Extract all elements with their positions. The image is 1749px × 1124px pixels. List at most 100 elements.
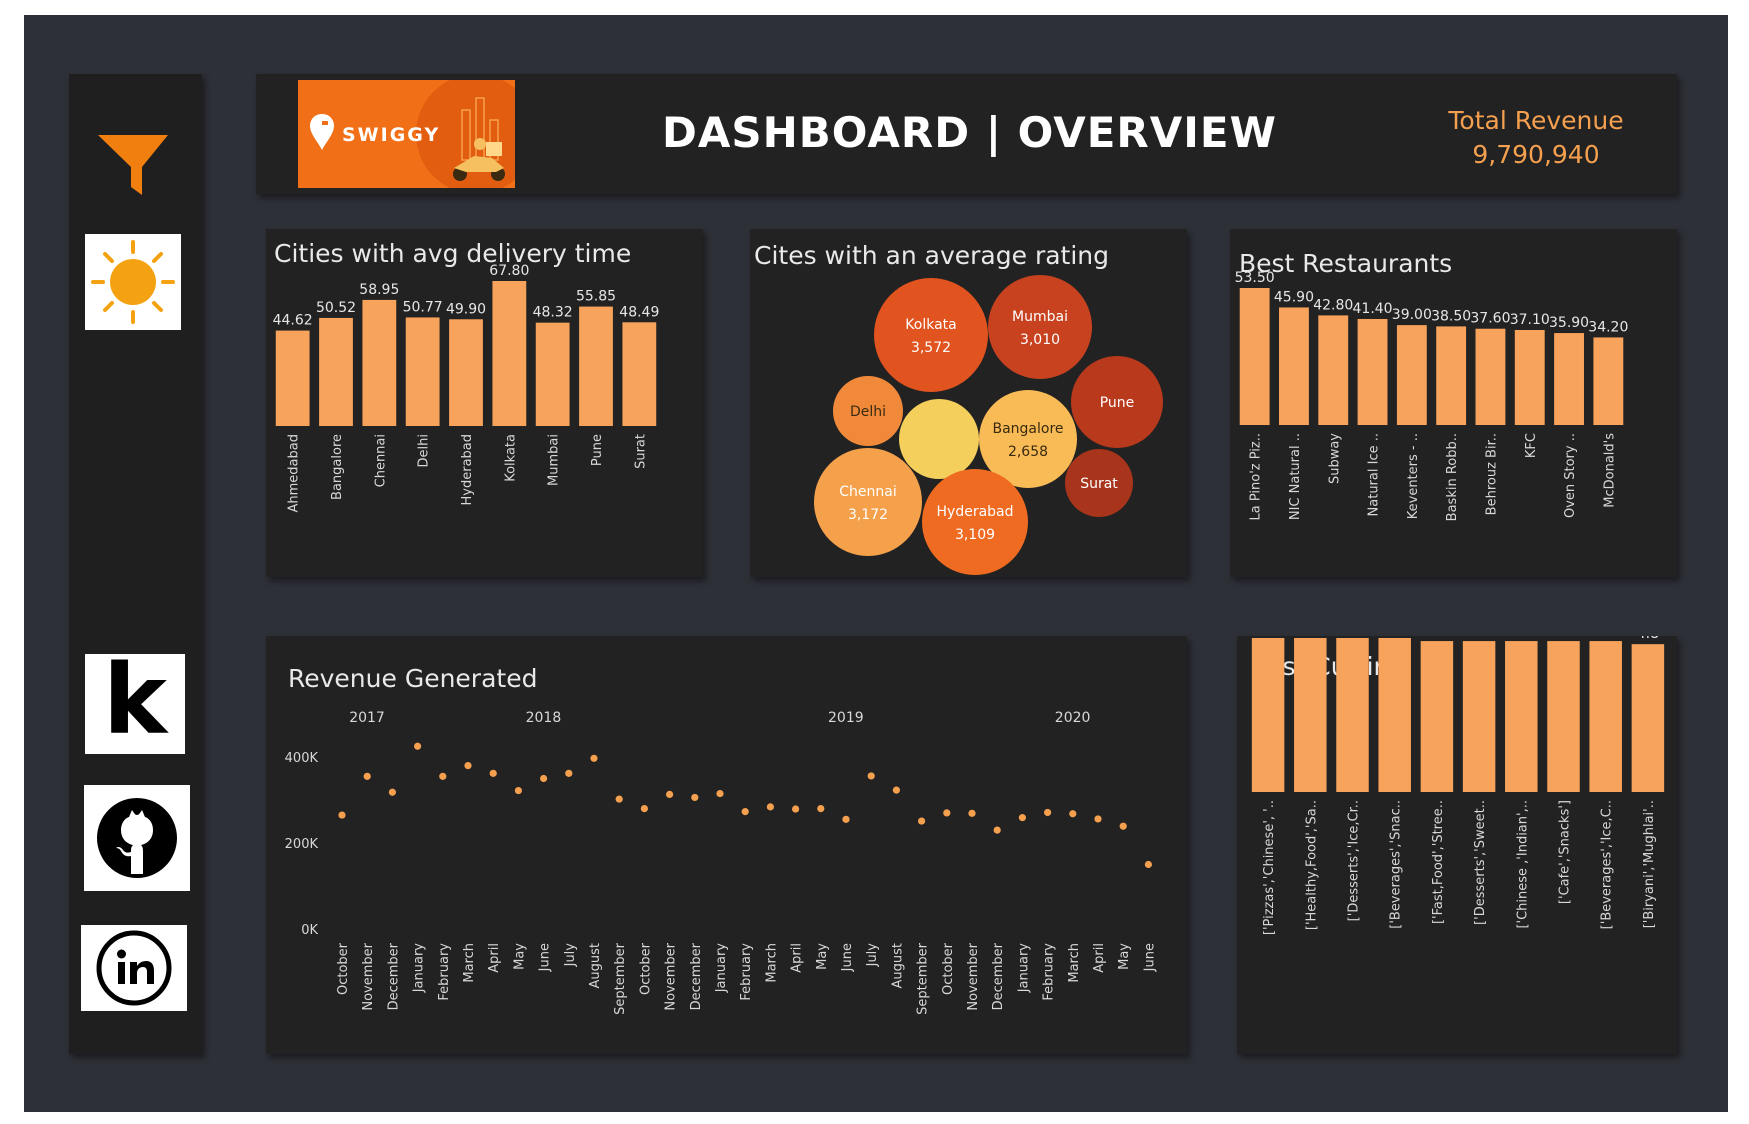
month-label: April — [487, 943, 502, 973]
bar-category-label: Keventers - .. — [1406, 433, 1421, 519]
month-label: June — [1142, 943, 1157, 972]
rating-bubble — [922, 469, 1028, 575]
month-label: May — [815, 943, 830, 970]
bar — [579, 306, 613, 426]
bar-value-label: 4.9 — [1426, 636, 1448, 639]
bar — [1396, 325, 1427, 425]
bar-value-label: 50.77 — [403, 299, 443, 315]
bar-category-label: ['Cafe','Snacks'] — [1558, 800, 1573, 904]
bar-category-label: Mumbai — [547, 434, 562, 486]
year-label: 2020 — [1055, 710, 1091, 726]
bar-value-label: 48.49 — [619, 304, 659, 320]
bar-category-label: Delhi — [417, 434, 432, 467]
year-label: 2019 — [828, 710, 864, 726]
bar — [1475, 328, 1506, 425]
revenue-panel: Revenue Generated 400K 200K 0K 2017 2018 2019… — [266, 636, 1187, 1054]
bar-value-label: 4.9 — [1595, 636, 1617, 639]
revenue-point — [792, 805, 800, 813]
y-tick-label: 400K — [285, 751, 319, 766]
bar — [1554, 333, 1584, 425]
bar — [405, 317, 440, 426]
bar-category-label: ['Desserts','Ice,Cr.. — [1347, 800, 1362, 921]
revenue-point — [590, 754, 598, 762]
revenue-point — [741, 808, 749, 816]
bar-category-label: ['Pizzas','Chinese', '.. — [1262, 800, 1277, 935]
month-label: January — [714, 943, 729, 994]
sun-icon[interactable] — [85, 234, 181, 330]
month-label: June — [538, 943, 553, 972]
month-label: November — [664, 942, 679, 1010]
bubble-value-label: 3,010 — [1020, 332, 1060, 348]
bar-value-label: 53.50 — [1235, 270, 1275, 286]
kaggle-icon[interactable]: k — [85, 652, 185, 754]
bar-value-label: 42.80 — [1313, 297, 1353, 313]
bar-category-label: ['Healthy,Food','Sa.. — [1304, 800, 1319, 930]
month-label: June — [840, 943, 855, 972]
revenue-point — [691, 793, 699, 802]
delivery-bar-chart: 44.62 Ahmedabad 50.52 Bangalore 58.95 Chennai… — [273, 263, 660, 512]
bar — [275, 330, 310, 426]
revenue-point — [464, 762, 472, 770]
revenue-point — [892, 786, 901, 794]
linkedin-icon[interactable] — [81, 925, 187, 1011]
bar-value-label: 49.90 — [446, 301, 486, 317]
revenue-point — [918, 817, 926, 825]
revenue-point — [615, 795, 623, 803]
bar-category-label: Behrouz Bir.. — [1484, 433, 1499, 515]
bar — [1279, 307, 1309, 425]
bar-category-label: ['Desserts','Sweet.. — [1473, 800, 1488, 925]
revenue-point — [1018, 814, 1026, 822]
bar-value-label: 34.20 — [1588, 319, 1628, 335]
month-label: January — [412, 943, 427, 994]
month-label: November — [361, 942, 376, 1010]
revenue-point — [1119, 822, 1127, 830]
revenue-point — [968, 809, 976, 817]
bar — [492, 281, 527, 426]
bar — [1593, 337, 1624, 425]
bar-value-label: 37.60 — [1470, 311, 1510, 327]
month-label: April — [790, 943, 805, 973]
bar-category-label: Kolkata — [503, 434, 518, 482]
bar-category-label: Natural Ice .. — [1367, 433, 1382, 516]
revenue-point — [1094, 815, 1102, 823]
bar-category-label: ['Biryani','Mughlai'.. — [1642, 800, 1657, 928]
revenue-point — [514, 786, 522, 795]
bar-category-label: Pune — [590, 434, 605, 466]
month-label: May — [1117, 943, 1132, 970]
bar-value-label: 67.80 — [489, 263, 529, 279]
month-label: December — [689, 942, 704, 1010]
revenue-point — [1044, 808, 1052, 817]
bubble-city-label: Delhi — [850, 404, 886, 420]
bar — [1357, 318, 1388, 425]
revenue-point — [1144, 860, 1152, 869]
bar-value-label: 37.10 — [1510, 312, 1550, 328]
bubble-value-label: 3,109 — [955, 527, 995, 543]
month-label: October — [336, 942, 351, 995]
revenue-point — [817, 805, 825, 813]
month-label: March — [1067, 943, 1082, 983]
revenue-point — [414, 742, 422, 750]
filter-icon[interactable] — [96, 133, 170, 203]
bar-value-label: 35.90 — [1549, 315, 1589, 331]
bar — [1318, 315, 1349, 425]
revenue-point — [565, 769, 573, 777]
github-icon[interactable] — [84, 785, 190, 891]
bar — [1547, 641, 1580, 792]
revenue-point — [540, 774, 548, 783]
revenue-point — [943, 809, 951, 817]
swiggy-logo[interactable]: SWIGGY — [298, 80, 515, 188]
bubble-city-label: Kolkata — [905, 317, 956, 333]
bar-category-label: Ahmedabad — [287, 434, 302, 512]
month-label: May — [512, 943, 527, 970]
bar-value-label: 45.90 — [1274, 289, 1314, 305]
month-label: November — [966, 942, 981, 1010]
month-label: July — [563, 943, 578, 968]
bar-category-label: Bangalore — [330, 434, 345, 500]
revenue-point — [842, 815, 850, 823]
revenue-scatter-chart: 400K 200K 0K 2017 2018 2019 2020 October Novembe… — [285, 710, 1158, 1015]
month-label: September — [916, 942, 931, 1015]
month-label: October — [941, 942, 956, 995]
bubble-city-label: Hyderabad — [937, 504, 1014, 520]
page-title: DASHBOARD | OVERVIEW — [662, 108, 1277, 157]
bar-value-label: 44.62 — [273, 313, 313, 329]
